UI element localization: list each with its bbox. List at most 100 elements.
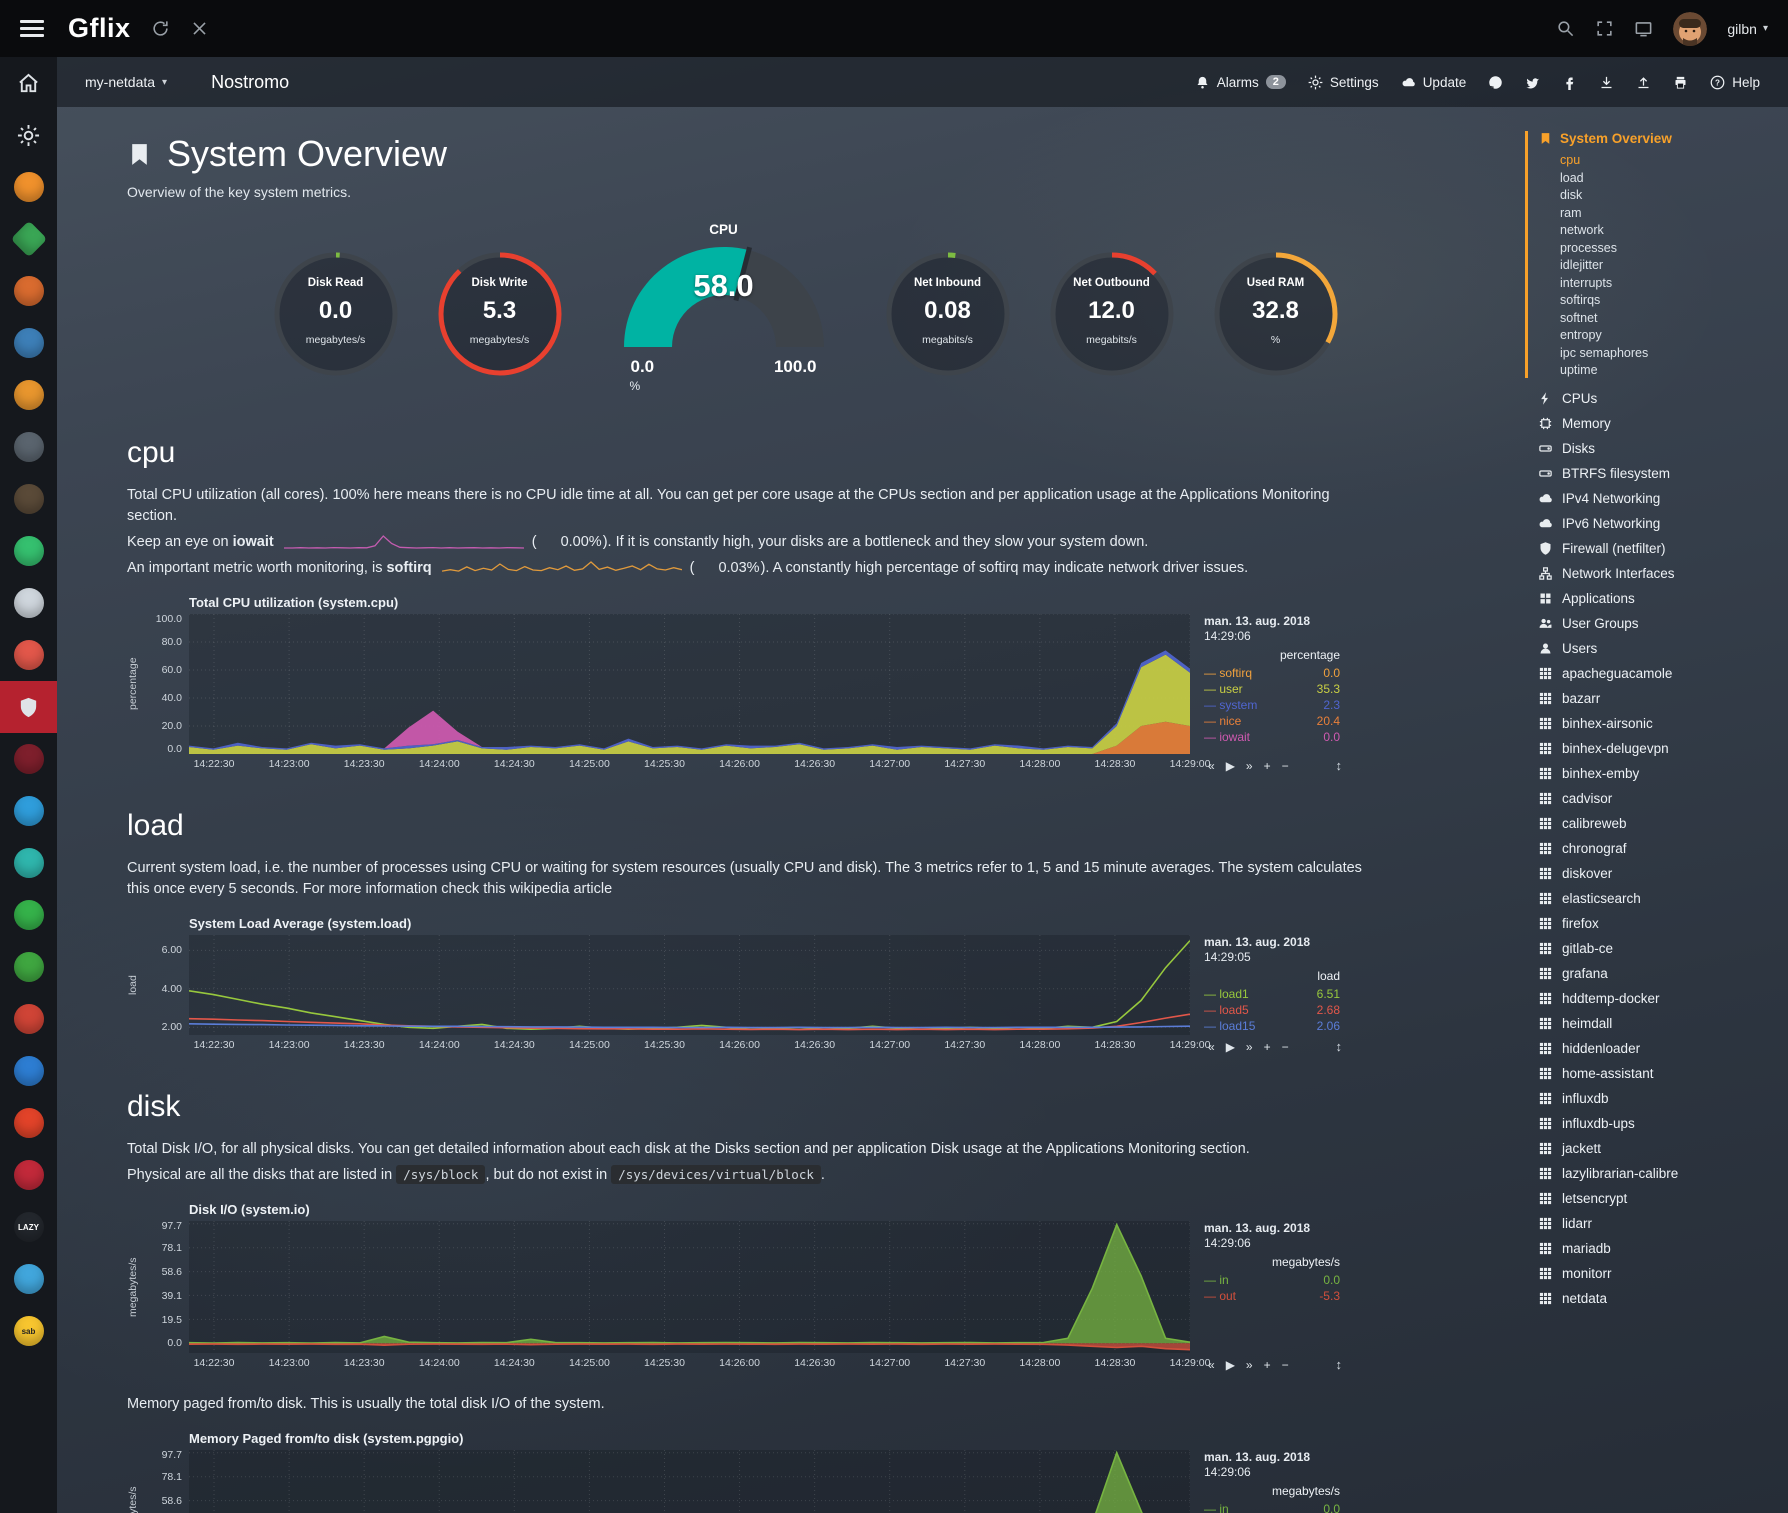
legend-load5[interactable]: — load52.68 [1204,1002,1342,1018]
app-search-orange-icon[interactable] [0,369,57,421]
close-icon[interactable] [190,19,209,38]
legend-out[interactable]: — out-5.3 [1204,1288,1342,1304]
menu-subitem-ipc-semaphores[interactable]: ipc semaphores [1560,346,1780,361]
menu-app-home-assistant[interactable]: home-assistant [1538,1065,1780,1083]
menu-item-users[interactable]: Users [1538,640,1780,658]
user-menu[interactable]: gilbn ▾ [1727,21,1768,37]
chart-pan-right-icon[interactable]: » [1246,1358,1253,1372]
app-shield-red-icon[interactable] [0,1149,57,1201]
cast-icon[interactable] [1634,19,1653,38]
menu-app-calibreweb[interactable]: calibreweb [1538,815,1780,833]
menu-app-apacheguacamole[interactable]: apacheguacamole [1538,665,1780,683]
menu-app-influxdb[interactable]: influxdb [1538,1090,1780,1108]
chart-play-icon[interactable]: ▶ [1226,759,1235,773]
chart-zoom-out-icon[interactable]: − [1282,1358,1289,1372]
menu-app-diskover[interactable]: diskover [1538,865,1780,883]
avatar[interactable] [1673,12,1707,46]
menu-app-hddtemp-docker[interactable]: hddtemp-docker [1538,990,1780,1008]
menu-app-heimdall[interactable]: heimdall [1538,1015,1780,1033]
chart-plot-area[interactable] [189,1450,1190,1513]
chart-plot-area[interactable] [189,1221,1190,1353]
legend-load15[interactable]: — load152.06 [1204,1018,1342,1034]
gauge-used-ram[interactable]: Used RAM32.8% [1212,250,1340,378]
nav-item-export[interactable] [1599,75,1614,90]
legend-system[interactable]: — system2.3 [1204,697,1342,713]
app-grey-circle-icon[interactable] [0,421,57,473]
menu-app-hiddenloader[interactable]: hiddenloader [1538,1040,1780,1058]
chart-pan-right-icon[interactable]: » [1246,1040,1253,1054]
chart-resize-handle[interactable]: ↕ [1336,1039,1343,1054]
app-green-diamond-icon[interactable] [0,213,57,265]
nav-item-help[interactable]: ?Help [1710,75,1760,90]
nav-item-update[interactable]: Update [1401,75,1467,90]
app-blue-audio-icon[interactable] [0,317,57,369]
menu-app-influxdb-ups[interactable]: influxdb-ups [1538,1115,1780,1133]
chart-system-cpu[interactable]: Total CPU utilization (system.cpu)percen… [127,595,1342,773]
menu-app-gitlab-ce[interactable]: gitlab-ce [1538,940,1780,958]
app-green-bolt-icon[interactable] [0,525,57,577]
chart-play-icon[interactable]: ▶ [1226,1040,1235,1054]
chart-system-pgpgio[interactable]: Memory Paged from/to disk (system.pgpgio… [127,1431,1342,1513]
menu-subitem-network[interactable]: network [1560,223,1780,238]
chart-resize-handle[interactable]: ↕ [1336,1357,1343,1372]
legend-user[interactable]: — user35.3 [1204,681,1342,697]
nav-item-settings[interactable]: Settings [1308,75,1379,90]
menu-app-cadvisor[interactable]: cadvisor [1538,790,1780,808]
nav-item-twitter[interactable] [1525,75,1540,90]
menu-subitem-cpu[interactable]: cpu [1560,153,1780,168]
menu-app-firefox[interactable]: firefox [1538,915,1780,933]
menu-item-disks[interactable]: Disks [1538,440,1780,458]
app-blue-window-icon[interactable] [0,1045,57,1097]
menu-app-elasticsearch[interactable]: elasticsearch [1538,890,1780,908]
menu-subitem-load[interactable]: load [1560,171,1780,186]
menu-app-netdata[interactable]: netdata [1538,1290,1780,1308]
menu-item-cpus[interactable]: CPUs [1538,390,1780,408]
chart-zoom-in-icon[interactable]: + [1264,1040,1271,1054]
app-light-multi-icon[interactable] [0,577,57,629]
menu-app-jackett[interactable]: jackett [1538,1140,1780,1158]
app-red-circle-icon[interactable] [0,629,57,681]
chart-plot-area[interactable] [189,935,1190,1035]
app-organizr-icon[interactable] [0,161,57,213]
server-dropdown[interactable]: my-netdata▾ [85,74,167,90]
chart-plot-area[interactable] [189,614,1190,754]
menu-item-ipv4-networking[interactable]: IPv4 Networking [1538,490,1780,508]
menu-app-mariadb[interactable]: mariadb [1538,1240,1780,1258]
gauge-disk-write[interactable]: Disk Write5.3megabytes/s [436,250,564,378]
menu-item-applications[interactable]: Applications [1538,590,1780,608]
app-sab-icon[interactable]: sab [0,1305,57,1357]
app-orange-stack-icon[interactable] [0,265,57,317]
nav-item-import[interactable] [1636,75,1651,90]
fullscreen-icon[interactable] [1595,19,1614,38]
search-icon[interactable] [1556,19,1575,38]
menu-item-system-overview[interactable]: System Overview [1539,131,1780,146]
settings-icon[interactable] [0,109,57,161]
menu-item-btrfs-filesystem[interactable]: BTRFS filesystem [1538,465,1780,483]
menu-app-letsencrypt[interactable]: letsencrypt [1538,1190,1780,1208]
legend-softirq[interactable]: — softirq0.0 [1204,665,1342,681]
gauge-disk-read[interactable]: Disk Read0.0megabytes/s [272,250,400,378]
gauge-net-inbound[interactable]: Net Inbound0.08megabits/s [884,250,1012,378]
chart-pan-right-icon[interactable]: » [1246,759,1253,773]
chart-zoom-out-icon[interactable]: − [1282,759,1289,773]
nav-item-alarms[interactable]: Alarms2 [1195,75,1286,90]
menu-app-monitorr[interactable]: monitorr [1538,1265,1780,1283]
chart-play-icon[interactable]: ▶ [1226,1358,1235,1372]
menu-app-binhex-airsonic[interactable]: binhex-airsonic [1538,715,1780,733]
app-emby-icon[interactable] [0,941,57,993]
menu-app-bazarr[interactable]: bazarr [1538,690,1780,708]
app-red-green-icon[interactable] [0,993,57,1045]
legend-iowait[interactable]: — iowait0.0 [1204,729,1342,745]
menu-subitem-softirqs[interactable]: softirqs [1560,293,1780,308]
chart-zoom-in-icon[interactable]: + [1264,759,1271,773]
menu-item-memory[interactable]: Memory [1538,415,1780,433]
app-gitlab-icon[interactable] [0,1097,57,1149]
menu-subitem-processes[interactable]: processes [1560,241,1780,256]
app-owncloud-icon[interactable] [0,785,57,837]
legend-in[interactable]: — in0.0 [1204,1501,1342,1513]
menu-subitem-ram[interactable]: ram [1560,206,1780,221]
menu-subitem-disk[interactable]: disk [1560,188,1780,203]
menu-app-binhex-emby[interactable]: binhex-emby [1538,765,1780,783]
menu-item-firewall-netfilter-[interactable]: Firewall (netfilter) [1538,540,1780,558]
menu-subitem-uptime[interactable]: uptime [1560,363,1780,378]
